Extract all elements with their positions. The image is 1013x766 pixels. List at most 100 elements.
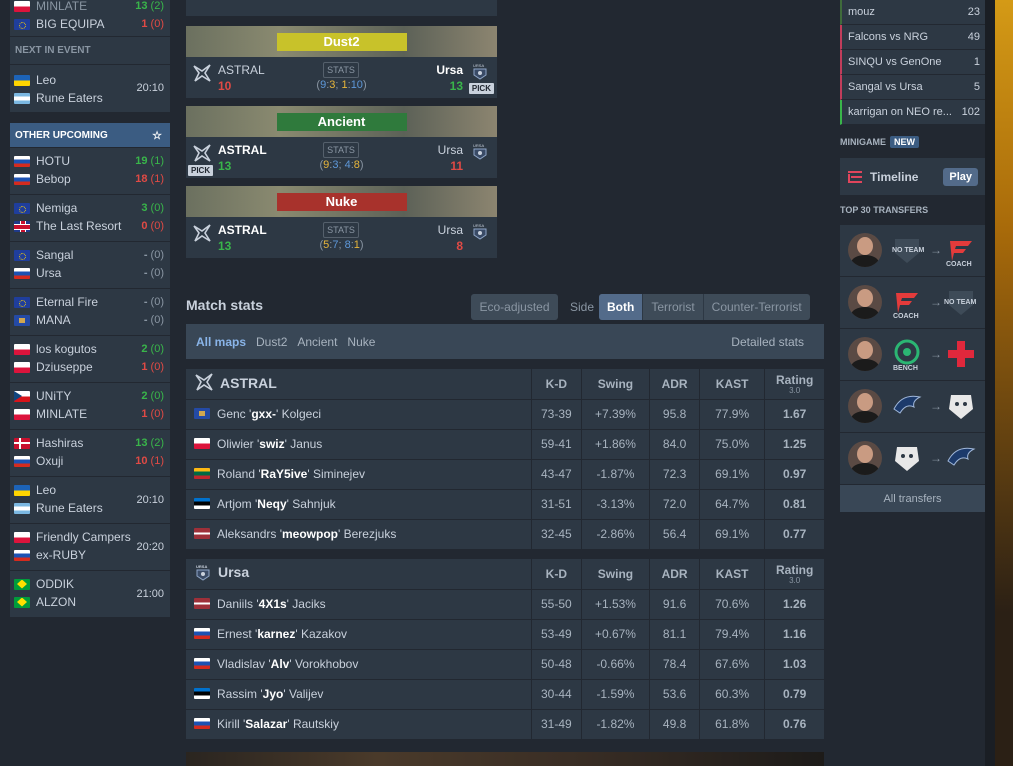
column-label: K-D [545, 566, 567, 581]
player-last: ' Kazakov [295, 627, 347, 641]
transfer-row[interactable]: → BENCH [840, 329, 985, 381]
flag-icon [14, 596, 30, 608]
upcoming-match[interactable]: Hashiras 13 (2) Oxuji 10 (1) [10, 430, 170, 477]
top-transfers-header: TOP 30 TRANSFERS [840, 205, 929, 215]
team2-name: Ursa [437, 143, 463, 157]
column-label: Swing [597, 566, 634, 581]
map-tab-nuke[interactable]: Nuke [347, 335, 375, 349]
timeline-minigame[interactable]: Timeline Play [840, 158, 985, 195]
team-line: Bebop 18 (1) [14, 170, 164, 188]
column-label: KAST [715, 376, 749, 391]
side-tab-ct[interactable]: Counter-Terrorist [704, 294, 810, 320]
stat-swing: -1.87% [580, 458, 650, 489]
player-avatar [848, 337, 882, 371]
upcoming-match[interactable]: HOTU 19 (1) Bebop 18 (1) [10, 148, 170, 195]
side-tab-terrorist[interactable]: Terrorist [643, 294, 704, 320]
player-last: ' Valijev [283, 687, 324, 701]
player-first: Rassim ' [217, 687, 263, 701]
column-header[interactable]: ADR [649, 559, 700, 589]
column-header[interactable]: Swing [580, 559, 650, 589]
player-cell[interactable]: Vladislav 'Alv' Vorokhobov [186, 648, 532, 679]
play-button[interactable]: Play [943, 167, 978, 186]
map-name: Dust2 [276, 32, 407, 51]
thread-item[interactable]: Falcons vs NRG 49 [840, 25, 985, 50]
player-last: ' Berezjuks [338, 527, 397, 542]
score-value: - [143, 314, 148, 326]
stat-kast: 64.7% [698, 488, 765, 519]
column-header[interactable]: Rating 3.0 [764, 559, 824, 589]
column-header[interactable]: ADR [649, 369, 700, 399]
map-box[interactable]: Ancient ASTRAL 13 STATS (9:3; 4:8) Ursa 11 URSA… [186, 106, 497, 178]
transfer-row[interactable]: → [840, 433, 985, 485]
detailed-stats-link[interactable]: Detailed stats [731, 335, 804, 349]
player-cell[interactable]: Rassim 'Jyo' Valijev [186, 678, 532, 709]
flag-icon [14, 455, 30, 467]
thread-title: SINQU vs GenOne [848, 56, 942, 68]
player-first: Daniils ' [217, 597, 259, 611]
upcoming-match[interactable]: Friendly Campers ex-RUBY 20:20 [10, 524, 170, 571]
stat-adr: 81.1 [649, 618, 700, 649]
player-cell[interactable]: Roland 'RaY5ive' Siminejev [186, 458, 532, 489]
player-cell[interactable]: Ernest 'karnez' Kazakov [186, 618, 532, 649]
stat-swing: -3.13% [580, 488, 650, 519]
half-ct: 8 [344, 239, 351, 251]
map-tab-ancient[interactable]: Ancient [297, 335, 337, 349]
team1-name: ASTRAL [218, 63, 265, 77]
star-icon[interactable]: ☆ [152, 129, 162, 142]
thread-item[interactable]: mouz 23 [840, 0, 985, 25]
player-cell[interactable]: Aleksandrs 'meowpop' Berezjuks [186, 518, 532, 549]
map-box[interactable]: Nuke ASTRAL 13 STATS (5:7; 8:1) Ursa 8 URSA [186, 186, 497, 258]
half-t: 1 [341, 79, 348, 91]
team-name: Oxuji [36, 454, 64, 468]
team-name: The Last Resort [36, 219, 122, 233]
upcoming-match[interactable]: Sangal - (0) Ursa - (0) [10, 242, 170, 289]
rating-version: 3.0 [789, 575, 801, 585]
upcoming-match[interactable]: los kogutos 2 (0) Dziuseppe 1 (0) [10, 336, 170, 383]
upcoming-match[interactable]: Eternal Fire - (0) MANA - (0) [10, 289, 170, 336]
player-cell[interactable]: Daniils '4X1s' Jaciks [186, 588, 532, 619]
score: 13 (2) [135, 437, 164, 449]
score: - (0) [144, 296, 164, 308]
team2-name: Ursa [437, 223, 463, 237]
map-stats-button[interactable]: STATS [323, 142, 359, 158]
column-header[interactable]: KAST [698, 369, 765, 399]
thread-item[interactable]: karrigan on NEO re... 102 [840, 100, 985, 125]
player-nick: Jyo [262, 687, 284, 701]
map-tab-all[interactable]: All maps [196, 335, 246, 349]
half-t: 8 [353, 159, 360, 171]
upcoming-match[interactable]: Nemiga 3 (0) The Last Resort 0 (0) [10, 195, 170, 242]
map-stats-button[interactable]: STATS [323, 222, 359, 238]
column-header[interactable]: Swing [580, 369, 650, 399]
thread-item[interactable]: SINQU vs GenOne 1 [840, 50, 985, 75]
event-match-top[interactable]: MINLATE 13 (2) BIG EQUIPA 1 (0) [10, 0, 170, 37]
all-transfers-link[interactable]: All transfers [840, 485, 985, 512]
player-cell[interactable]: Artjom 'Neqy' Sahnjuk [186, 488, 532, 519]
map-tab-dust2[interactable]: Dust2 [256, 335, 287, 349]
upcoming-match[interactable]: Leo Rune Eaters 20:10 [10, 477, 170, 524]
column-header[interactable]: K-D [530, 559, 582, 589]
transfer-row[interactable]: → NO TEAM COACH [840, 225, 985, 277]
side-tab-both[interactable]: Both [599, 294, 644, 320]
transfer-row[interactable]: → COACH NO TEAM [840, 277, 985, 329]
next-event-match[interactable]: Leo Rune Eaters 20:10 [10, 65, 170, 113]
stat-rating: 0.79 [764, 678, 824, 709]
map-box[interactable]: Dust2 ASTRAL 10 STATS (9:3; 1:10) Ursa 13 URSA P… [186, 26, 497, 98]
column-header[interactable]: KAST [698, 559, 765, 589]
g2-logo-icon [944, 389, 978, 423]
column-header[interactable]: K-D [530, 369, 582, 399]
stat-rating: 1.03 [764, 648, 824, 679]
table-row: Daniils '4X1s' Jaciks 55-50 +1.53% 91.6 70.6… [186, 588, 824, 619]
player-cell[interactable]: Genc 'gxx-' Kolgeci [186, 398, 532, 429]
map-stats-button[interactable]: STATS [323, 62, 359, 78]
player-cell[interactable]: Oliwier 'swiz' Janus [186, 428, 532, 459]
flag-icon [194, 598, 210, 609]
player-cell[interactable]: Kirill 'Salazar' Rautskiy [186, 708, 532, 739]
thread-item[interactable]: Sangal vs Ursa 5 [840, 75, 985, 100]
column-header[interactable]: Rating 3.0 [764, 369, 824, 399]
transfer-row[interactable]: → [840, 381, 985, 433]
eco-adjusted-toggle[interactable]: Eco-adjusted [471, 294, 558, 320]
upcoming-match[interactable]: UNiTY 2 (0) MINLATE 1 (0) [10, 383, 170, 430]
stat-rating: 1.16 [764, 618, 824, 649]
player-last: ' Siminejev [307, 467, 366, 481]
upcoming-match[interactable]: ODDIK ALZON 21:00 [10, 571, 170, 618]
